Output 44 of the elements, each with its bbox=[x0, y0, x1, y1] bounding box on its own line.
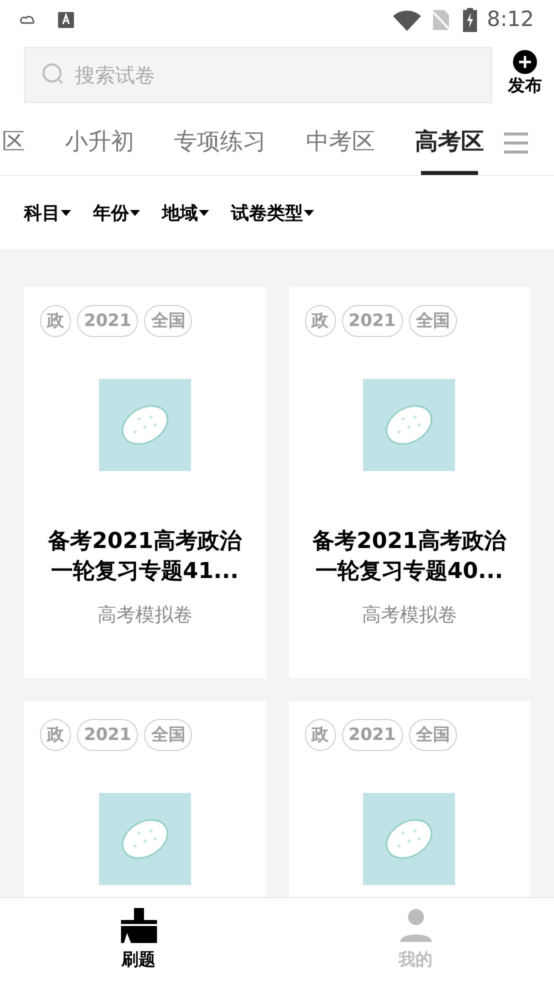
tag: 全国 bbox=[408, 305, 457, 337]
tag: 全国 bbox=[144, 719, 192, 751]
brush-icon bbox=[120, 908, 156, 944]
tag: 2021 bbox=[77, 305, 138, 337]
filter-dropdown[interactable]: 年份 bbox=[93, 200, 140, 226]
tag: 2021 bbox=[77, 719, 138, 751]
tag: 2021 bbox=[342, 719, 403, 751]
no-sim-icon bbox=[430, 9, 451, 31]
paper-title: 备考2021高考政治一轮复习专题40... bbox=[311, 528, 508, 586]
wifi-icon bbox=[392, 9, 421, 31]
tag: 政 bbox=[40, 305, 71, 337]
tag: 政 bbox=[304, 719, 336, 751]
category-tab[interactable]: 专项练习 bbox=[174, 110, 266, 175]
paper-type: 高考模拟卷 bbox=[97, 603, 192, 628]
filter-dropdown[interactable]: 试卷类型 bbox=[231, 200, 314, 226]
tag: 全国 bbox=[144, 305, 192, 337]
tag: 政 bbox=[304, 305, 336, 337]
category-tab[interactable]: 中考区 bbox=[306, 110, 375, 175]
person-icon bbox=[398, 908, 434, 944]
caret-icon bbox=[130, 210, 140, 216]
caret-icon bbox=[61, 210, 71, 216]
publish-button[interactable]: 发布 bbox=[508, 50, 542, 100]
plus-icon bbox=[513, 50, 537, 74]
battery-icon bbox=[462, 8, 477, 32]
menu-icon[interactable] bbox=[504, 132, 528, 154]
tag: 全国 bbox=[408, 719, 457, 751]
paper-title: 备考2021高考政治一轮复习专题41... bbox=[46, 528, 243, 586]
tag: 政 bbox=[40, 719, 71, 751]
paper-card[interactable]: 政 2021 全国 备考2021高考政治一轮复习专题41... 高考模拟卷 bbox=[24, 287, 266, 678]
filter-dropdown[interactable]: 地域 bbox=[162, 200, 209, 226]
category-tab[interactable]: 小升初 bbox=[65, 110, 134, 175]
category-tab[interactable]: 区 bbox=[2, 110, 25, 175]
clock-time: 8:12 bbox=[486, 6, 534, 34]
cloud-icon bbox=[20, 15, 36, 25]
nav-tab[interactable]: 刷题 bbox=[0, 898, 277, 983]
category-tab[interactable]: 高考区 bbox=[415, 110, 484, 175]
tag: 2021 bbox=[342, 305, 403, 337]
search-field[interactable]: 搜索试卷 bbox=[24, 47, 492, 103]
paper-type: 高考模拟卷 bbox=[362, 603, 457, 628]
paper-card[interactable]: 政 2021 全国 备考2021高考政治一轮复习专题40... 高考模拟卷 bbox=[288, 287, 530, 678]
keyboard-icon bbox=[58, 12, 74, 28]
filter-dropdown[interactable]: 科目 bbox=[24, 200, 71, 226]
caret-icon bbox=[199, 210, 209, 216]
caret-icon bbox=[304, 210, 314, 216]
